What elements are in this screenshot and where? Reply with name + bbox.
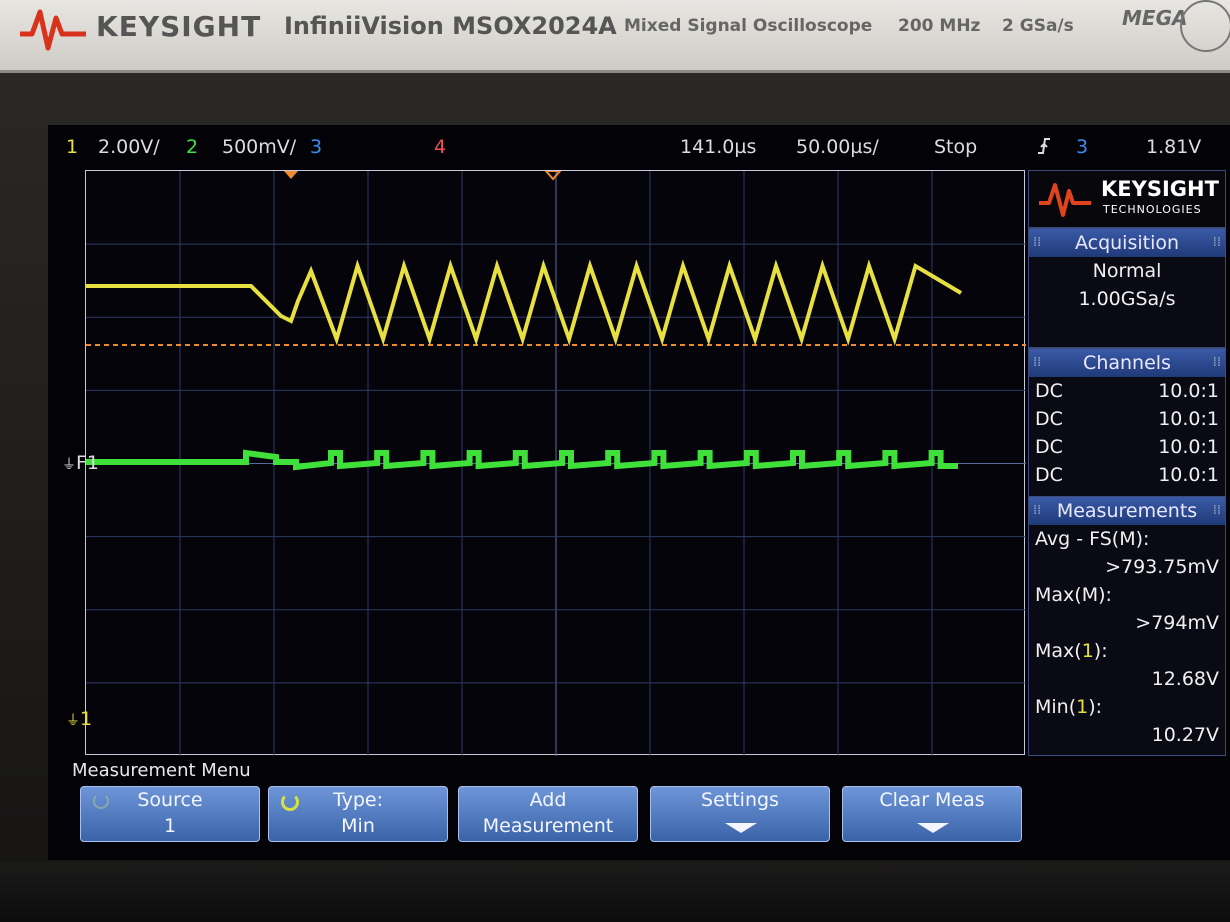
logo-line2: TECHNOLOGIES: [1103, 203, 1202, 216]
ground-icon: ⏚: [66, 713, 80, 729]
ch4-number[interactable]: 4: [434, 136, 446, 158]
acquisition-title: Acquisition: [1029, 229, 1225, 257]
waveform-traces: [86, 171, 1026, 471]
channel-row-2: DC 10.0:1: [1035, 408, 1219, 430]
measurement-label: Max(1):: [1035, 640, 1108, 662]
measurement-value: >794mV: [1135, 612, 1219, 634]
acquisition-rate: 1.00GSa/s: [1078, 288, 1176, 310]
side-panel: KEYSIGHT TECHNOLOGIES Acquisition Normal…: [1028, 170, 1226, 756]
measurement-label: Avg - FS(M):: [1035, 528, 1150, 550]
instrument-bezel-top: KEYSIGHT InfiniiVision MSOX2024A Mixed S…: [0, 0, 1230, 73]
channels-title: Channels: [1029, 349, 1225, 377]
trigger-source[interactable]: 3: [1076, 136, 1088, 158]
measurement-value: 10.27V: [1151, 724, 1219, 746]
channels-panel[interactable]: Channels DC10.0:1 DC10.0:1 DC10.0:1 DC10…: [1028, 348, 1226, 498]
status-bar: 1 2.00V/ 2 500mV/ 3 4 141.0µs 50.00µs/ S…: [60, 136, 1230, 164]
softkey-type[interactable]: Type: Min: [268, 786, 448, 842]
measurements-title: Measurements: [1029, 497, 1225, 525]
run-state[interactable]: Stop: [934, 136, 977, 158]
model-name: InfiniiVision MSOX2024A: [284, 12, 617, 40]
ground-marker-f1[interactable]: ⏚F1: [62, 452, 99, 474]
ch1-trace: [86, 259, 963, 346]
sample-rate-label: 2 GSa/s: [1002, 16, 1074, 36]
ground-marker-ch1[interactable]: ⏚1: [66, 708, 92, 730]
keysight-wave-logo-icon: [1039, 183, 1091, 217]
instrument-bezel-bottom: [0, 862, 1230, 922]
channel-row-1: DC 10.0:1: [1035, 380, 1219, 402]
trigger-position-icon: [544, 171, 562, 181]
instrument-description: Mixed Signal Oscilloscope: [624, 16, 873, 36]
math-f1-trace: [86, 449, 958, 471]
channel-row-3: DC 10.0:1: [1035, 436, 1219, 458]
bandwidth-label: 200 MHz: [898, 16, 981, 36]
softkey-add-measurement[interactable]: Add Measurement: [458, 786, 638, 842]
delay-marker-icon: [284, 171, 298, 179]
acquisition-mode: Normal: [1092, 260, 1162, 282]
ch2-scale[interactable]: 500mV/: [222, 136, 296, 158]
softkey-clear-meas[interactable]: Clear Meas: [842, 786, 1022, 842]
keysight-wave-logo-icon: [20, 9, 86, 51]
measurement-value: >793.75mV: [1105, 556, 1219, 578]
brand-name: KEYSIGHT: [96, 10, 262, 43]
ch3-number[interactable]: 3: [310, 136, 322, 158]
rising-edge-icon: [1036, 136, 1052, 161]
submenu-arrow-icon: [917, 823, 949, 833]
waveform-graticule[interactable]: [85, 170, 1026, 756]
measurement-value: 12.68V: [1151, 668, 1219, 690]
time-scale[interactable]: 50.00µs/: [796, 136, 879, 158]
measurement-label: Max(M):: [1035, 584, 1112, 606]
menu-title: Measurement Menu: [72, 760, 251, 781]
logo-line1: KEYSIGHT: [1101, 177, 1219, 201]
channel-row-4: DC 10.0:1: [1035, 464, 1219, 486]
ground-icon: ⏚: [62, 457, 76, 473]
ch2-number[interactable]: 2: [186, 136, 198, 158]
mega-badge: MEGA: [1122, 6, 1188, 30]
softkey-source[interactable]: Source 1: [80, 786, 260, 842]
ch1-scale[interactable]: 2.00V/: [98, 136, 160, 158]
submenu-arrow-icon: [725, 823, 757, 833]
ch1-number[interactable]: 1: [66, 136, 78, 158]
measurements-panel[interactable]: Measurements Avg - FS(M): >793.75mV Max(…: [1028, 496, 1226, 756]
mega-circle-icon: [1180, 0, 1230, 52]
time-delay[interactable]: 141.0µs: [680, 136, 756, 158]
softkey-settings[interactable]: Settings: [650, 786, 830, 842]
keysight-technologies-logo: KEYSIGHT TECHNOLOGIES: [1028, 170, 1226, 228]
acquisition-panel[interactable]: Acquisition Normal 1.00GSa/s: [1028, 228, 1226, 348]
measurement-label: Min(1):: [1035, 696, 1103, 718]
trigger-level[interactable]: 1.81V: [1146, 136, 1201, 158]
